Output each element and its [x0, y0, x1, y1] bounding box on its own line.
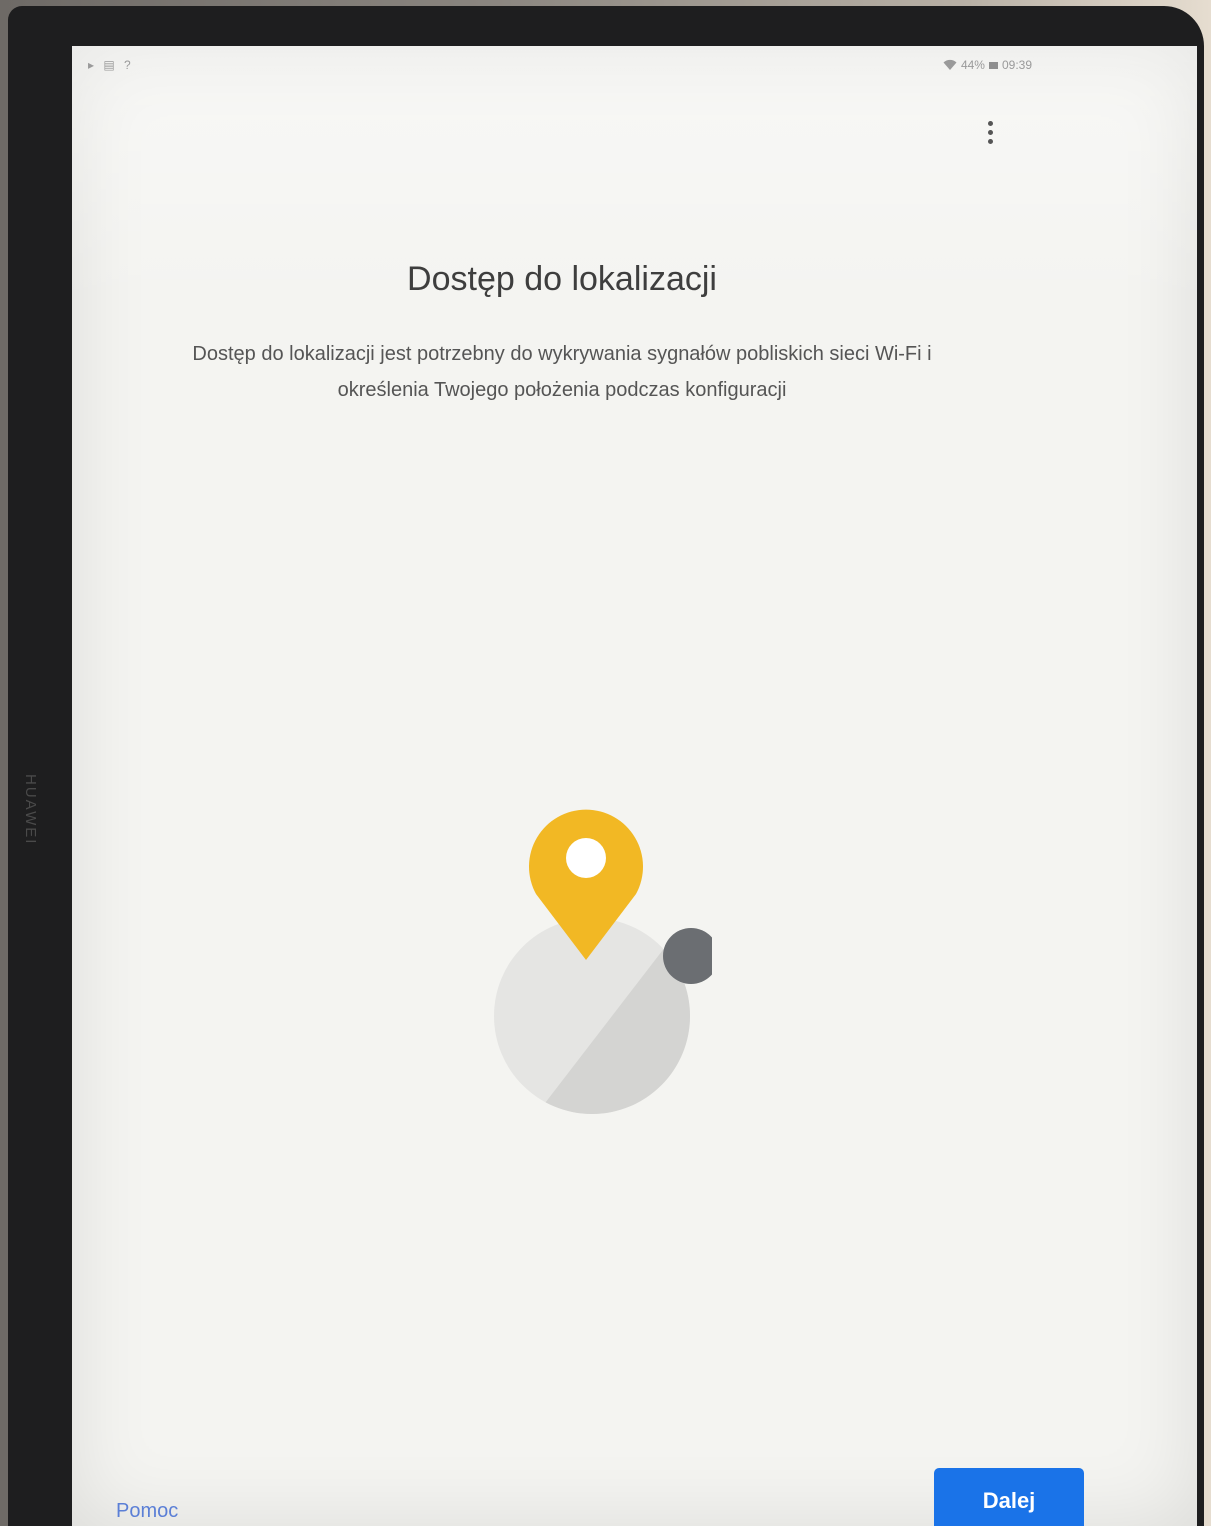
next-button[interactable]: Dalej: [934, 1468, 1084, 1526]
page-title: Dostęp do lokalizacji: [407, 260, 717, 298]
page-description: Dostęp do lokalizacji jest potrzebny do …: [192, 343, 932, 401]
menu-dot: [987, 120, 993, 126]
wifi-icon: [943, 59, 957, 70]
brand-label: HUAWEI: [22, 774, 39, 846]
setup-screen: ▸ ▤ ? 44% 09:39 Dostęp do lokalizacji Do…: [72, 46, 1197, 1526]
help-link[interactable]: Pomoc: [116, 1500, 178, 1523]
notification-icons: ▸ ▤ ?: [88, 58, 134, 72]
status-bar: ▸ ▤ ? 44% 09:39: [72, 54, 1032, 78]
battery-percent: 44%: [960, 58, 985, 72]
location-illustration: [494, 809, 712, 1114]
menu-dot: [987, 129, 993, 135]
menu-dot: [987, 138, 993, 144]
more-vert-icon[interactable]: [978, 114, 1002, 150]
status-right: 44% 09:39: [943, 58, 1032, 72]
clock: 09:39: [1001, 58, 1032, 72]
battery-icon: [988, 61, 998, 69]
